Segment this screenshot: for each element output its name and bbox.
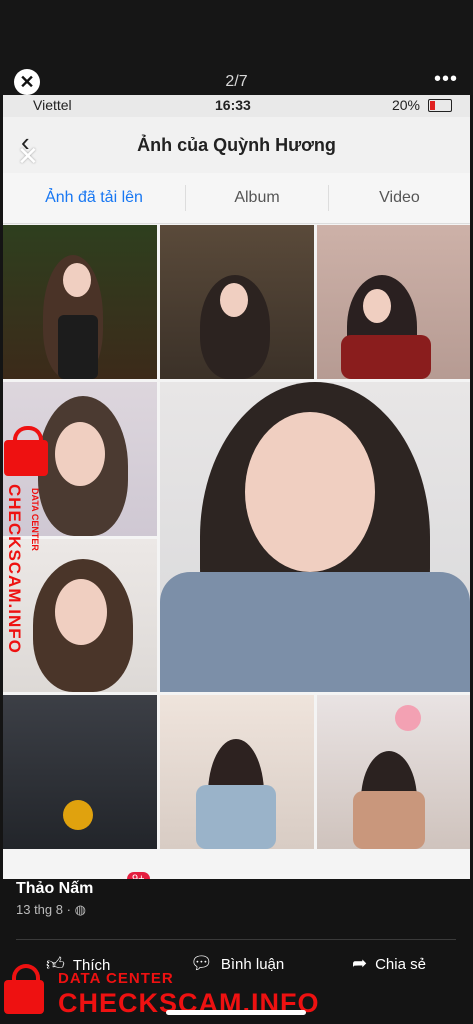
tab-album[interactable]: Album xyxy=(186,173,328,223)
photo-thumbnail[interactable] xyxy=(317,695,470,849)
photo-grid xyxy=(3,225,470,879)
tab-video[interactable]: Video xyxy=(329,173,470,223)
tab-uploaded[interactable]: Ảnh đã tải lên xyxy=(3,173,185,223)
comment-button[interactable]: 💬︎ Bình luận xyxy=(190,953,284,974)
post-author[interactable]: Thảo Nấm xyxy=(16,880,93,898)
photo-thumbnail-large[interactable] xyxy=(160,382,470,692)
lock-icon xyxy=(4,426,48,476)
photo-thumbnail[interactable] xyxy=(160,225,314,379)
globe-icon: ◍ xyxy=(74,902,86,917)
more-icon[interactable]: ••• xyxy=(434,68,458,91)
carrier-label: Viettel xyxy=(33,97,72,113)
status-bar: Viettel 16:33 20% xyxy=(3,95,470,117)
comment-icon: 💬︎ xyxy=(190,953,213,973)
fb-bottom-nav: ▶ 9+ ⌂ ⚑ 🔔︎ ☰ xyxy=(3,872,470,879)
page-title: Ảnh của Quỳnh Hương xyxy=(137,135,336,155)
post-date: 13 thg 8 · ◍ xyxy=(16,902,86,917)
watermark-label: DATA CENTER xyxy=(30,488,40,551)
photo-tabs: Ảnh đã tải lên Album Video xyxy=(3,173,470,224)
album-header: ‹ ✕ Ảnh của Quỳnh Hương xyxy=(3,117,470,173)
watermark-url: CHECKSCAM.INFO xyxy=(5,484,24,654)
home-indicator xyxy=(166,1010,306,1015)
share-button[interactable]: ➦ Chia sẻ xyxy=(352,953,426,974)
photo-counter: 2/7 xyxy=(225,73,248,90)
photo-thumbnail[interactable] xyxy=(3,225,157,379)
screenshot-photo[interactable]: Viettel 16:33 20% ‹ ✕ Ảnh của Quỳnh Hươn… xyxy=(3,95,470,879)
share-icon: ➦ xyxy=(352,953,368,973)
watermark-side: CHECKSCAM.INFO DATA CENTER xyxy=(4,426,54,670)
photo-thumbnail[interactable] xyxy=(3,695,157,849)
battery-icon xyxy=(428,99,452,112)
battery-percent: 20% xyxy=(391,97,420,113)
notification-badge: 9+ xyxy=(127,872,150,879)
photo-thumbnail[interactable] xyxy=(160,695,314,849)
status-time: 16:33 xyxy=(215,97,251,113)
divider xyxy=(16,939,456,940)
photo-thumbnail[interactable] xyxy=(317,225,470,379)
watermark-lock-icon xyxy=(4,964,44,1014)
watermark-label-bottom: DATA CENTER xyxy=(58,970,174,987)
